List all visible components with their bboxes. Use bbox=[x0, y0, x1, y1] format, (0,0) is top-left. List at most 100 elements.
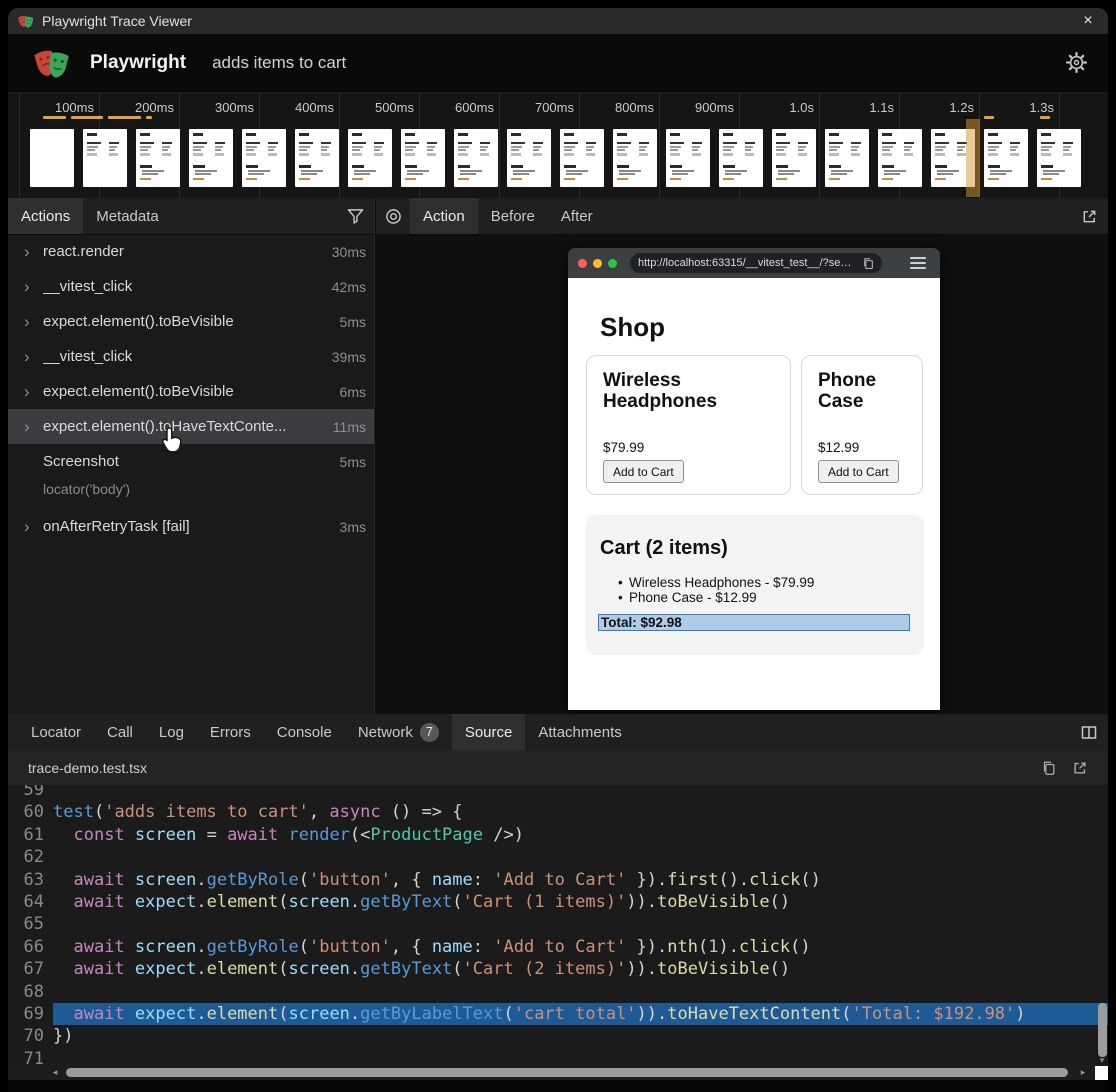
tab-network[interactable]: Network7 bbox=[345, 714, 452, 750]
chevron-right-icon[interactable]: › bbox=[24, 383, 36, 400]
target-icon[interactable] bbox=[385, 208, 402, 225]
filmstrip-thumbnail[interactable] bbox=[825, 129, 869, 187]
chevron-right-icon[interactable]: › bbox=[24, 278, 36, 295]
open-source-external-icon[interactable] bbox=[1072, 760, 1088, 776]
filmstrip-thumbnail[interactable] bbox=[83, 129, 127, 187]
filmstrip-thumbnail[interactable] bbox=[666, 129, 710, 187]
app-title: Playwright bbox=[90, 52, 186, 74]
action-row[interactable]: ›react.render30ms bbox=[8, 234, 374, 269]
action-row[interactable]: ›expect.element().toBeVisible5ms bbox=[8, 304, 374, 339]
action-row[interactable]: ›expect.element().toBeVisible6ms bbox=[8, 374, 374, 409]
traffic-light-green bbox=[608, 259, 617, 268]
timeline-tick-label: 200ms bbox=[104, 100, 174, 115]
filmstrip-thumbnail[interactable] bbox=[136, 129, 180, 187]
timeline[interactable]: 100ms200ms300ms400ms500ms600ms700ms800ms… bbox=[8, 92, 1108, 199]
timeline-gridline bbox=[19, 93, 20, 199]
horizontal-scrollbar[interactable]: ◂ ▸ bbox=[8, 1064, 1108, 1080]
action-row[interactable]: Screenshot5ms bbox=[8, 444, 374, 479]
browser-menu-icon[interactable] bbox=[910, 257, 926, 269]
code-line: 63 await screen.getByRole('button', { na… bbox=[8, 869, 1108, 891]
action-name: Screenshot bbox=[43, 453, 119, 470]
scroll-left-arrow-icon[interactable]: ◂ bbox=[50, 1067, 60, 1077]
tab-source[interactable]: Source bbox=[452, 714, 526, 750]
filmstrip-thumbnail[interactable] bbox=[1037, 129, 1081, 187]
tab-console[interactable]: Console bbox=[264, 714, 345, 750]
chevron-right-icon[interactable]: › bbox=[24, 518, 36, 535]
code-content bbox=[53, 785, 1108, 801]
shop-page: Shop Wireless Headphones $79.99 Add to C… bbox=[568, 278, 940, 710]
horizontal-scroll-thumb[interactable] bbox=[66, 1068, 1068, 1077]
add-to-cart-button[interactable]: Add to Cart bbox=[818, 460, 899, 483]
scroll-right-arrow-icon[interactable]: ▸ bbox=[1078, 1067, 1088, 1077]
url-bar: http://localhost:63315/__vitest_test__/?… bbox=[630, 253, 882, 273]
tab-action[interactable]: Action bbox=[410, 198, 478, 234]
tab-before[interactable]: Before bbox=[478, 198, 548, 234]
filmstrip-thumbnail[interactable] bbox=[348, 129, 392, 187]
action-row[interactable]: ›__vitest_click39ms bbox=[8, 339, 374, 374]
settings-gear-icon[interactable] bbox=[1065, 51, 1088, 74]
code-line: 61 const screen = await render(<ProductP… bbox=[8, 824, 1108, 846]
cart-section: Cart (2 items) Wireless Headphones - $79… bbox=[586, 515, 924, 655]
filmstrip-thumbnail[interactable] bbox=[719, 129, 763, 187]
chevron-right-icon[interactable]: › bbox=[24, 313, 36, 330]
filmstrip-thumbnail[interactable] bbox=[560, 129, 604, 187]
copy-source-icon[interactable] bbox=[1041, 760, 1056, 776]
action-row[interactable]: ›onAfterRetryTask [fail]3ms bbox=[8, 509, 374, 544]
line-number: 71 bbox=[8, 1048, 44, 1064]
action-duration: 5ms bbox=[332, 314, 366, 330]
source-file-bar: trace-demo.test.tsx bbox=[8, 750, 1108, 785]
tab-metadata[interactable]: Metadata bbox=[83, 198, 172, 234]
split-view-icon[interactable] bbox=[1080, 724, 1098, 741]
action-duration: 30ms bbox=[324, 244, 366, 260]
chevron-right-icon[interactable]: › bbox=[24, 348, 36, 365]
add-to-cart-button[interactable]: Add to Cart bbox=[603, 460, 684, 483]
filmstrip-thumbnail[interactable] bbox=[984, 129, 1028, 187]
timeline-tick-label: 700ms bbox=[504, 100, 574, 115]
filmstrip[interactable] bbox=[30, 129, 1081, 187]
tab-after[interactable]: After bbox=[548, 198, 606, 234]
action-name: onAfterRetryTask [fail] bbox=[43, 518, 190, 535]
app-header: Playwright adds items to cart bbox=[8, 34, 1108, 92]
network-count-badge: 7 bbox=[420, 723, 439, 742]
action-duration: 6ms bbox=[332, 384, 366, 400]
tab-call[interactable]: Call bbox=[94, 714, 146, 750]
filmstrip-thumbnail[interactable] bbox=[613, 129, 657, 187]
filmstrip-thumbnail[interactable] bbox=[189, 129, 233, 187]
filmstrip-thumbnail[interactable] bbox=[242, 129, 286, 187]
open-external-icon[interactable] bbox=[1081, 208, 1098, 225]
timeline-tick-label: 400ms bbox=[264, 100, 334, 115]
tab-errors[interactable]: Errors bbox=[197, 714, 264, 750]
timeline-tick-label: 500ms bbox=[344, 100, 414, 115]
traffic-light-red bbox=[578, 259, 587, 268]
snapshot-area[interactable]: http://localhost:63315/__vitest_test__/?… bbox=[376, 234, 1108, 714]
source-file-name: trace-demo.test.tsx bbox=[28, 760, 147, 776]
filmstrip-thumbnail[interactable] bbox=[454, 129, 498, 187]
tab-attachments[interactable]: Attachments bbox=[525, 714, 634, 750]
code-content bbox=[53, 913, 1108, 935]
snapshot-panel: ActionBeforeAfter http://localhost bbox=[376, 198, 1108, 714]
filmstrip-thumbnail[interactable] bbox=[878, 129, 922, 187]
code-content: test('adds items to cart', async () => { bbox=[53, 801, 1108, 823]
vertical-scroll-thumb[interactable] bbox=[1098, 1003, 1107, 1057]
tab-locator[interactable]: Locator bbox=[18, 714, 94, 750]
scroll-down-arrow-icon[interactable]: ▾ bbox=[1097, 1055, 1107, 1065]
timeline-tick-label: 1.2s bbox=[904, 100, 974, 115]
tab-actions[interactable]: Actions bbox=[8, 198, 83, 234]
action-duration: 39ms bbox=[324, 349, 366, 365]
browser-chrome: http://localhost:63315/__vitest_test__/?… bbox=[568, 248, 940, 278]
chevron-right-icon[interactable]: › bbox=[24, 243, 36, 260]
code-content: await expect.element(screen.getByLabelTe… bbox=[53, 1003, 1108, 1025]
chevron-right-icon[interactable]: › bbox=[24, 418, 36, 435]
tab-log[interactable]: Log bbox=[146, 714, 197, 750]
action-row[interactable]: ›__vitest_click42ms bbox=[8, 269, 374, 304]
filmstrip-thumbnail[interactable] bbox=[772, 129, 816, 187]
filmstrip-thumbnail[interactable] bbox=[30, 129, 74, 187]
action-row[interactable]: ›expect.element().toHaveTextConte...11ms bbox=[8, 409, 374, 444]
trace-viewer-window: Playwright Trace Viewer × Playwright add… bbox=[8, 8, 1108, 1092]
copy-url-icon[interactable] bbox=[862, 257, 874, 270]
filmstrip-thumbnail[interactable] bbox=[295, 129, 339, 187]
filmstrip-thumbnail[interactable] bbox=[507, 129, 551, 187]
filmstrip-thumbnail[interactable] bbox=[401, 129, 445, 187]
close-icon[interactable]: × bbox=[1078, 13, 1098, 29]
filter-icon[interactable] bbox=[347, 208, 364, 224]
